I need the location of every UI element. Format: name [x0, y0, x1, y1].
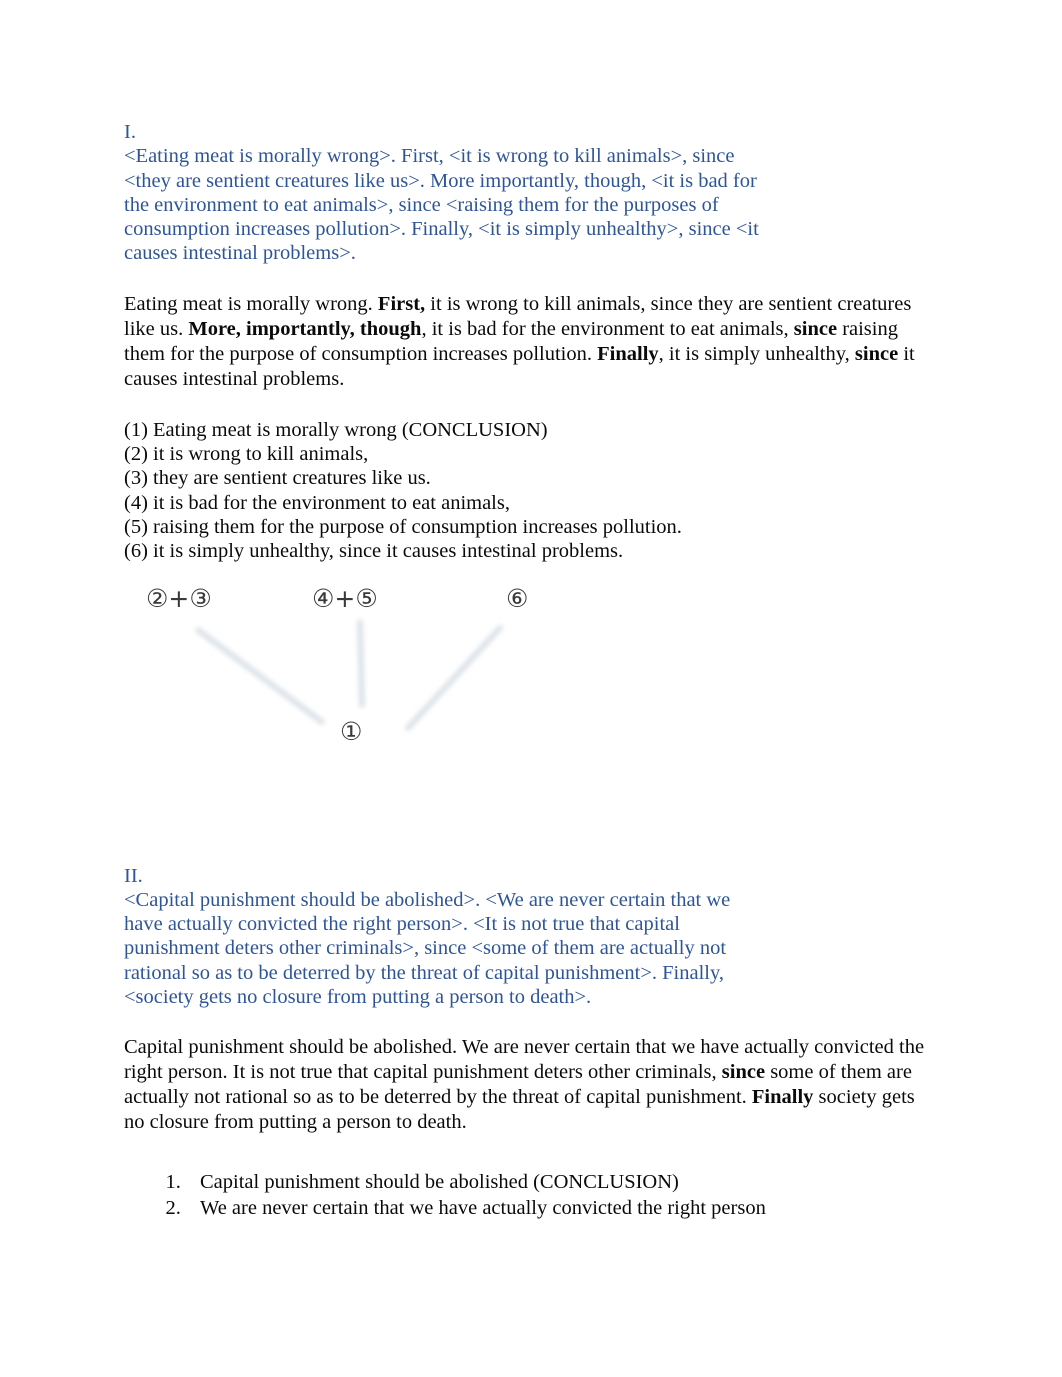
arrow-from-2-3-to-1	[195, 627, 325, 725]
emphasis-text: since	[854, 342, 899, 365]
quoted-line: <Eating meat is morally wrong>. First, <…	[124, 145, 735, 168]
section-one-numbered-statements: (1) Eating meat is morally wrong (CONCLU…	[124, 418, 954, 564]
diagram-node-group-4-5: ④+⑤	[312, 584, 378, 613]
quoted-line: <society gets no closure from putting a …	[124, 986, 592, 1009]
numbered-statement: (5) raising them for the purpose of cons…	[124, 515, 682, 538]
numbered-statement: (1) Eating meat is morally wrong (CONCLU…	[124, 418, 548, 441]
quoted-line: causes intestinal problems>.	[124, 242, 356, 265]
quoted-line: <they are sentient creatures like us>. M…	[124, 169, 757, 192]
arrow-from-6-to-1	[405, 625, 503, 731]
section-two-restated-paragraph: Capital punishment should be abolished. …	[124, 1035, 936, 1135]
quoted-line: the environment to eat animals>, since <…	[124, 193, 719, 216]
list-item: Capital punishment should be abolished (…	[186, 1169, 954, 1195]
emphasis-text: Finally	[751, 1086, 814, 1109]
numbered-statement: (6) it is simply unhealthy, since it cau…	[124, 540, 624, 563]
body-text: , it is bad for the environment to eat a…	[421, 317, 794, 340]
quoted-line: punishment deters other criminals>, sinc…	[124, 937, 727, 960]
diagram-node-group-2-3: ②+③	[146, 584, 212, 613]
argument-diagram: ②+③ ④+⑤ ⑥ ①	[124, 580, 584, 765]
diagram-node-conclusion-1: ①	[340, 717, 363, 746]
arrow-group	[195, 619, 503, 731]
section-two-label: II.	[124, 864, 143, 887]
emphasis-text: First,	[377, 292, 426, 315]
quoted-line: rational so as to be deterred by the thr…	[124, 961, 725, 984]
section-one-label: I.	[124, 121, 136, 143]
section-one-restated-paragraph: Eating meat is morally wrong. First, it …	[124, 292, 936, 392]
quoted-line: <Capital punishment should be abolished>…	[124, 888, 731, 911]
numbered-statement: (2) it is wrong to kill animals,	[124, 443, 369, 466]
arrow-from-4-5-to-1	[357, 619, 365, 708]
quoted-line: consumption increases pollution>. Finall…	[124, 218, 759, 241]
emphasis-text: Finally	[597, 342, 659, 365]
emphasis-text: since	[721, 1061, 766, 1084]
list-item: We are never certain that we have actual…	[186, 1195, 954, 1221]
section-two-quoted-passage: II. <Capital punishment should be abolis…	[124, 864, 824, 1010]
diagram-node-6: ⑥	[506, 584, 529, 613]
body-text: , it is simply unhealthy,	[658, 342, 855, 365]
document-page: I. <Eating meat is morally wrong>. First…	[0, 0, 1062, 1377]
body-text: Eating meat is morally wrong.	[124, 292, 378, 315]
section-one-quoted-passage: I. <Eating meat is morally wrong>. First…	[124, 120, 824, 266]
numbered-statement: (3) they are sentient creatures like us.	[124, 467, 431, 490]
emphasis-text: More, importantly, though	[188, 317, 422, 340]
emphasis-text: since	[793, 317, 838, 340]
section-two-numbered-list: Capital punishment should be abolished (…	[124, 1169, 954, 1221]
quoted-line: have actually convicted the right person…	[124, 913, 680, 936]
numbered-statement: (4) it is bad for the environment to eat…	[124, 491, 510, 514]
